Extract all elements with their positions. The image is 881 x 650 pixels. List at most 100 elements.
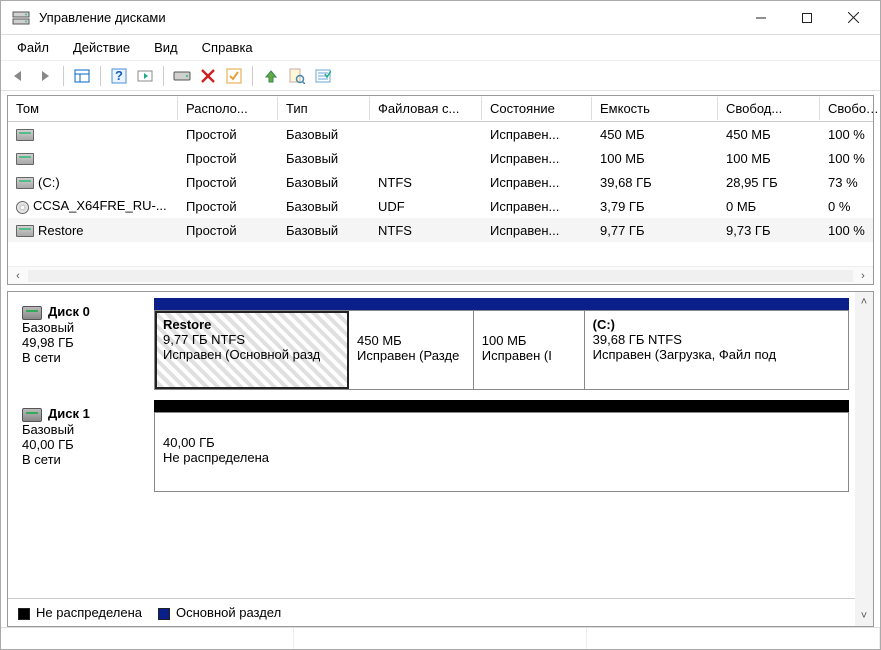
volume-name: CCSA_X64FRE_RU-... <box>33 198 167 213</box>
delete-icon[interactable] <box>196 64 220 88</box>
disk-info[interactable]: Диск 1 Базовый 40,00 ГБ В сети <box>14 400 154 492</box>
horizontal-scrollbar[interactable]: ‹ › <box>8 266 873 284</box>
separator <box>63 66 64 86</box>
partition[interactable]: (C:)39,68 ГБ NTFSИсправен (Загрузка, Фай… <box>585 311 848 389</box>
legend-label: Не распределена <box>36 605 142 620</box>
partition[interactable]: 40,00 ГБНе распределена <box>155 413 848 491</box>
cell-fs <box>370 156 482 160</box>
legend-swatch <box>18 608 30 620</box>
volume-row[interactable]: ПростойБазовыйИсправен...100 МБ100 МБ100… <box>8 146 873 170</box>
maximize-button[interactable] <box>784 3 830 33</box>
partition-size: 40,00 ГБ <box>163 435 840 450</box>
drive-icon[interactable] <box>170 64 194 88</box>
cell-free: 100 МБ <box>718 149 820 168</box>
cell-fs: NTFS <box>370 173 482 192</box>
cell-status: Исправен... <box>482 173 592 192</box>
partition[interactable]: Restore9,77 ГБ NTFSИсправен (Основной ра… <box>155 311 349 389</box>
menu-view[interactable]: Вид <box>142 35 190 60</box>
separator <box>252 66 253 86</box>
disk-icon <box>22 408 42 422</box>
search-icon[interactable] <box>285 64 309 88</box>
partition-title: (C:) <box>593 317 840 332</box>
column-headers: Том Располо... Тип Файловая с... Состоян… <box>8 96 873 122</box>
cell-status: Исправен... <box>482 197 592 216</box>
cell-status: Исправен... <box>482 221 592 240</box>
cell-free: 450 МБ <box>718 125 820 144</box>
partition-size: 100 МБ <box>482 333 576 348</box>
partition-status: Исправен (Загрузка, Файл под <box>593 347 840 362</box>
disk-info[interactable]: Диск 0 Базовый 49,98 ГБ В сети <box>14 298 154 390</box>
back-button[interactable] <box>7 64 31 88</box>
volume-name: (C:) <box>38 175 60 190</box>
col-fs[interactable]: Файловая с... <box>370 97 482 120</box>
col-status[interactable]: Состояние <box>482 97 592 120</box>
svg-text:?: ? <box>115 68 123 83</box>
disk-name: Диск 1 <box>48 406 90 421</box>
cell-type: Базовый <box>278 173 370 192</box>
disk-row: Диск 1 Базовый 40,00 ГБ В сети40,00 ГБНе… <box>14 400 849 492</box>
cell-layout: Простой <box>178 197 278 216</box>
cell-fs <box>370 132 482 136</box>
cell-layout: Простой <box>178 125 278 144</box>
volume-name: Restore <box>38 223 84 238</box>
partition[interactable]: 100 МБИсправен (I <box>474 311 585 389</box>
partition-size: 39,68 ГБ NTFS <box>593 332 840 347</box>
volume-list: Том Располо... Тип Файловая с... Состоян… <box>7 95 874 285</box>
disk-status: В сети <box>22 350 146 365</box>
volume-icon <box>16 225 34 237</box>
status-bar <box>1 627 880 649</box>
disk-map: Диск 0 Базовый 49,98 ГБ В сетиRestore9,7… <box>7 291 874 627</box>
layout-icon[interactable] <box>70 64 94 88</box>
menu-action[interactable]: Действие <box>61 35 142 60</box>
cell-type: Базовый <box>278 149 370 168</box>
cell-freepct: 100 % <box>820 221 873 240</box>
check-icon[interactable] <box>222 64 246 88</box>
col-capacity[interactable]: Емкость <box>592 97 718 120</box>
volume-row[interactable]: RestoreПростойБазовыйNTFSИсправен...9,77… <box>8 218 873 242</box>
partition[interactable]: 450 МБИсправен (Разде <box>349 311 474 389</box>
list-check-icon[interactable] <box>311 64 335 88</box>
partition-size: 450 МБ <box>357 333 465 348</box>
scroll-left-icon[interactable]: ‹ <box>10 268 26 284</box>
col-layout[interactable]: Располо... <box>178 97 278 120</box>
vertical-scrollbar[interactable]: ˄ ˅ <box>855 292 873 626</box>
partition-status: Исправен (Основной разд <box>163 347 340 362</box>
legend-item: Не распределена <box>18 605 142 620</box>
col-type[interactable]: Тип <box>278 97 370 120</box>
cell-capacity: 9,77 ГБ <box>592 221 718 240</box>
separator <box>100 66 101 86</box>
menu-bar: Файл Действие Вид Справка <box>1 35 880 61</box>
close-button[interactable] <box>830 3 876 33</box>
partition-status: Исправен (I <box>482 348 576 363</box>
col-free[interactable]: Свобод... <box>718 97 820 120</box>
disk-status: В сети <box>22 452 146 467</box>
disk-color-bar <box>154 298 849 310</box>
disk-size: 49,98 ГБ <box>22 335 146 350</box>
disk-icon <box>22 306 42 320</box>
volume-icon <box>16 177 34 189</box>
help-icon[interactable]: ? <box>107 64 131 88</box>
menu-help[interactable]: Справка <box>190 35 265 60</box>
menu-file[interactable]: Файл <box>5 35 61 60</box>
scroll-right-icon[interactable]: › <box>855 268 871 284</box>
minimize-button[interactable] <box>738 3 784 33</box>
disk-row: Диск 0 Базовый 49,98 ГБ В сетиRestore9,7… <box>14 298 849 390</box>
volume-row[interactable]: ПростойБазовыйИсправен...450 МБ450 МБ100… <box>8 122 873 146</box>
col-volume[interactable]: Том <box>8 97 178 120</box>
volume-icon <box>16 129 34 141</box>
scroll-down-icon[interactable]: ˅ <box>856 608 872 624</box>
up-icon[interactable] <box>259 64 283 88</box>
volume-row[interactable]: CCSA_X64FRE_RU-...ПростойБазовыйUDFИспра… <box>8 194 873 218</box>
legend-label: Основной раздел <box>176 605 281 620</box>
partition-status: Не распределена <box>163 450 840 465</box>
scroll-up-icon[interactable]: ˄ <box>856 294 872 310</box>
disk-name: Диск 0 <box>48 304 90 319</box>
volume-row[interactable]: (C:)ПростойБазовыйNTFSИсправен...39,68 Г… <box>8 170 873 194</box>
cell-capacity: 450 МБ <box>592 125 718 144</box>
cell-capacity: 3,79 ГБ <box>592 197 718 216</box>
refresh-icon[interactable] <box>133 64 157 88</box>
toolbar: ? <box>1 61 880 91</box>
col-freepct[interactable]: Свобод... <box>820 97 880 120</box>
forward-button[interactable] <box>33 64 57 88</box>
cell-free: 28,95 ГБ <box>718 173 820 192</box>
